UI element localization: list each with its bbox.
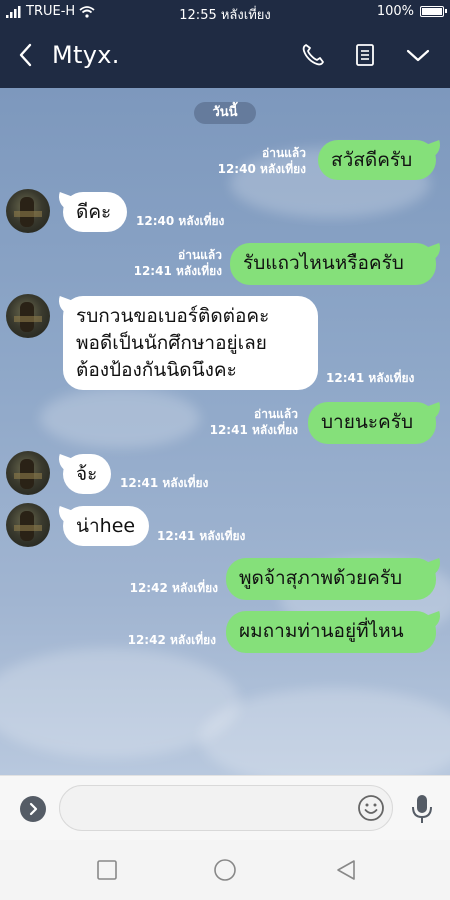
- outgoing-message-bubble[interactable]: พูดจ้าสุภาพด้วยครับ: [226, 558, 436, 600]
- incoming-message-bubble[interactable]: รบกวนขอเบอร์ติดต่อคะ พอดีเป็นนักศึกษาอยู…: [63, 296, 318, 390]
- system-back-button[interactable]: [334, 858, 358, 882]
- outgoing-message-bubble[interactable]: รับแถวไหนหรือครับ: [230, 243, 436, 285]
- circle-icon: [214, 859, 236, 881]
- emoji-button[interactable]: [357, 794, 385, 822]
- message-time: 12:41 หลังเที่ยง: [209, 423, 298, 437]
- date-divider: วันนี้: [194, 102, 256, 124]
- status-right: 100%: [376, 4, 447, 19]
- read-receipt: อ่านแล้ว: [254, 407, 298, 421]
- message-time: 12:41 หลังเที่ยง: [326, 371, 415, 385]
- message-line: รบกวนขอเบอร์ติดต่อคะ: [76, 305, 270, 327]
- home-button[interactable]: [213, 858, 237, 882]
- contact-avatar[interactable]: [6, 503, 50, 547]
- battery-icon: [420, 6, 447, 17]
- message-input-bar: [0, 775, 450, 840]
- message-time: 12:42 หลังเที่ยง: [129, 581, 218, 595]
- chevron-down-icon: [406, 49, 430, 62]
- contact-avatar[interactable]: [6, 189, 50, 233]
- message-time: 12:41 หลังเที่ยง: [120, 476, 209, 490]
- emoji-icon: [358, 795, 384, 821]
- outgoing-message-bubble[interactable]: ผมถามท่านอยู่ที่ไหน: [226, 611, 436, 653]
- expand-button[interactable]: [20, 796, 46, 822]
- message-meta: อ่านแล้ว 12:40 หลังเที่ยง: [190, 145, 306, 177]
- triangle-back-icon: [337, 860, 355, 880]
- notes-icon: [356, 44, 374, 66]
- chevron-right-icon: [29, 802, 38, 816]
- phone-icon: [302, 44, 324, 66]
- back-button[interactable]: [14, 40, 40, 70]
- message-line: พอดีเป็นนักศึกษาอยู่เลย: [76, 332, 267, 354]
- microphone-button[interactable]: [409, 793, 435, 825]
- notes-button[interactable]: [350, 40, 380, 70]
- outgoing-message-bubble[interactable]: สวัสดีครับ: [318, 140, 436, 180]
- incoming-message-bubble[interactable]: ดีคะ: [63, 192, 127, 232]
- read-receipt: อ่านแล้ว: [262, 146, 306, 160]
- incoming-message-bubble[interactable]: จ้ะ: [63, 454, 111, 494]
- message-meta: อ่านแล้ว 12:41 หลังเที่ยง: [180, 406, 298, 438]
- read-receipt: อ่านแล้ว: [178, 248, 222, 262]
- recent-apps-button[interactable]: [95, 858, 119, 882]
- chevron-left-icon: [19, 43, 32, 67]
- message-time: 12:40 หลังเที่ยง: [217, 162, 306, 176]
- contact-avatar[interactable]: [6, 451, 50, 495]
- status-bar: TRUE-H 12:55 หลังเที่ยง 100%: [0, 0, 450, 24]
- call-button[interactable]: [298, 40, 328, 70]
- contact-avatar[interactable]: [6, 294, 50, 338]
- message-input[interactable]: [59, 785, 393, 831]
- microphone-icon: [412, 795, 432, 823]
- message-meta: อ่านแล้ว 12:41 หลังเที่ยง: [104, 247, 222, 279]
- message-time: 12:42 หลังเที่ยง: [127, 633, 216, 647]
- square-icon: [97, 860, 117, 880]
- battery-percent: 100%: [376, 4, 414, 19]
- menu-button[interactable]: [403, 40, 433, 70]
- chat-header: Mtyx.: [0, 24, 450, 88]
- chat-title[interactable]: Mtyx.: [52, 41, 120, 69]
- outgoing-message-bubble[interactable]: บายนะครับ: [308, 402, 436, 444]
- chat-area[interactable]: วันนี้ อ่านแล้ว 12:40 หลังเที่ยง สวัสดีค…: [0, 88, 450, 775]
- message-time: 12:41 หลังเที่ยง: [157, 529, 246, 543]
- message-line: ต้องป้องกันนิดนึงคะ: [76, 359, 237, 381]
- message-time: 12:40 หลังเที่ยง: [136, 214, 225, 228]
- incoming-message-bubble[interactable]: น่าhee: [63, 506, 149, 546]
- message-time: 12:41 หลังเที่ยง: [133, 264, 222, 278]
- system-nav-bar: [0, 840, 450, 900]
